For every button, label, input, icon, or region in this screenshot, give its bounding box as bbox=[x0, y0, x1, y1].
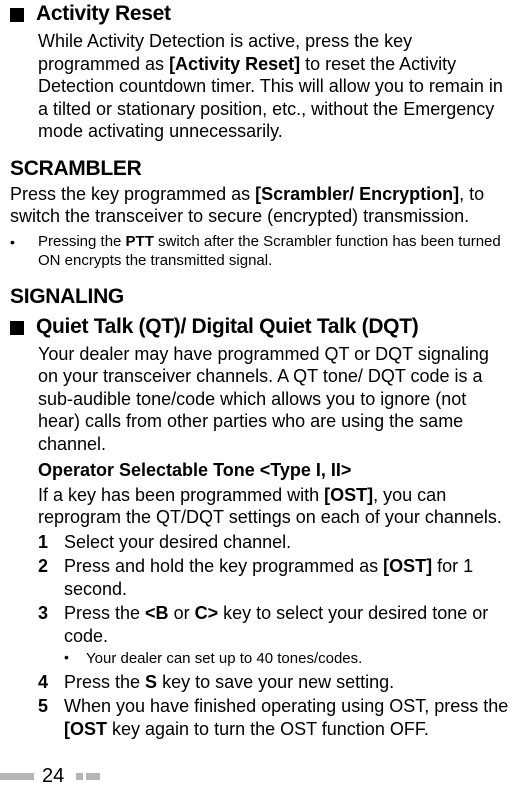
step-number: 3 bbox=[38, 602, 64, 647]
text: Press and hold the key programmed as bbox=[64, 556, 383, 576]
page-footer: 24 bbox=[0, 763, 522, 789]
section-title: Activity Reset bbox=[36, 2, 171, 26]
bullet-icon: • bbox=[10, 232, 38, 271]
step-number: 4 bbox=[38, 671, 64, 694]
text: If a key has been programmed with bbox=[38, 485, 324, 505]
text: or bbox=[169, 603, 195, 623]
scrambler-body: Press the key programmed as [Scrambler/ … bbox=[10, 183, 512, 228]
step-number: 2 bbox=[38, 555, 64, 600]
footer-bar-icon bbox=[86, 773, 100, 780]
section-activity-reset: Activity Reset bbox=[10, 2, 512, 26]
bold-text: <B bbox=[145, 603, 169, 623]
bold-text: S bbox=[145, 672, 157, 692]
step-1: 1 Select your desired channel. bbox=[38, 531, 512, 554]
qt-dqt-intro: Your dealer may have programmed QT or DQ… bbox=[38, 343, 512, 456]
text: Pressing the bbox=[38, 233, 126, 250]
step-number: 1 bbox=[38, 531, 64, 554]
step-number: 5 bbox=[38, 695, 64, 740]
signaling-heading: SIGNALING bbox=[10, 285, 512, 309]
bold-text: [OST] bbox=[324, 485, 373, 505]
note-text: Your dealer can set up to 40 tones/codes… bbox=[86, 649, 362, 669]
text: Select your desired channel. bbox=[64, 532, 291, 552]
bullet-icon: • bbox=[64, 649, 86, 669]
section-title: Quiet Talk (QT)/ Digital Quiet Talk (DQT… bbox=[36, 315, 418, 339]
ost-heading: Operator Selectable Tone <Type I, II> bbox=[38, 459, 512, 482]
step-3: 3 Press the <B or C> key to select your … bbox=[38, 602, 512, 647]
text: key to save your new setting. bbox=[157, 672, 394, 692]
step-text: Press the <B or C> key to select your de… bbox=[64, 602, 512, 647]
footer-bar-icon bbox=[0, 773, 34, 780]
step-text: When you have finished operating using O… bbox=[64, 695, 512, 740]
step-3-note: • Your dealer can set up to 40 tones/cod… bbox=[64, 649, 512, 669]
scrambler-heading: SCRAMBLER bbox=[10, 157, 512, 181]
square-bullet-icon bbox=[10, 321, 24, 335]
text: Press the bbox=[64, 603, 145, 623]
bold-text: C> bbox=[195, 603, 219, 623]
page: Activity Reset While Activity Detection … bbox=[0, 2, 522, 740]
text: key again to turn the OST function OFF. bbox=[107, 719, 429, 739]
bold-text: PTT bbox=[126, 233, 154, 250]
text: Press the bbox=[64, 672, 145, 692]
step-2: 2 Press and hold the key programmed as [… bbox=[38, 555, 512, 600]
step-text: Press and hold the key programmed as [OS… bbox=[64, 555, 512, 600]
note-text: Pressing the PTT switch after the Scramb… bbox=[38, 232, 512, 271]
square-bullet-icon bbox=[10, 8, 24, 22]
bold-text: [Activity Reset] bbox=[169, 54, 300, 74]
step-text: Select your desired channel. bbox=[64, 531, 291, 554]
page-number: 24 bbox=[42, 765, 64, 788]
step-5: 5 When you have finished operating using… bbox=[38, 695, 512, 740]
step-text: Press the S key to save your new setting… bbox=[64, 671, 394, 694]
section-qt-dqt: Quiet Talk (QT)/ Digital Quiet Talk (DQT… bbox=[10, 315, 512, 339]
ost-steps: 1 Select your desired channel. 2 Press a… bbox=[38, 531, 512, 741]
scrambler-note: • Pressing the PTT switch after the Scra… bbox=[10, 232, 512, 271]
step-4: 4 Press the S key to save your new setti… bbox=[38, 671, 512, 694]
footer-bar-icon bbox=[76, 773, 83, 780]
text: When you have finished operating using O… bbox=[64, 696, 508, 716]
ost-intro: If a key has been programmed with [OST],… bbox=[38, 484, 512, 529]
bold-text: [Scrambler/ Encryption] bbox=[255, 184, 459, 204]
bold-text: [OST bbox=[64, 719, 107, 739]
text: Press the key programmed as bbox=[10, 184, 255, 204]
bold-text: [OST] bbox=[383, 556, 432, 576]
activity-reset-body: While Activity Detection is active, pres… bbox=[38, 30, 512, 143]
